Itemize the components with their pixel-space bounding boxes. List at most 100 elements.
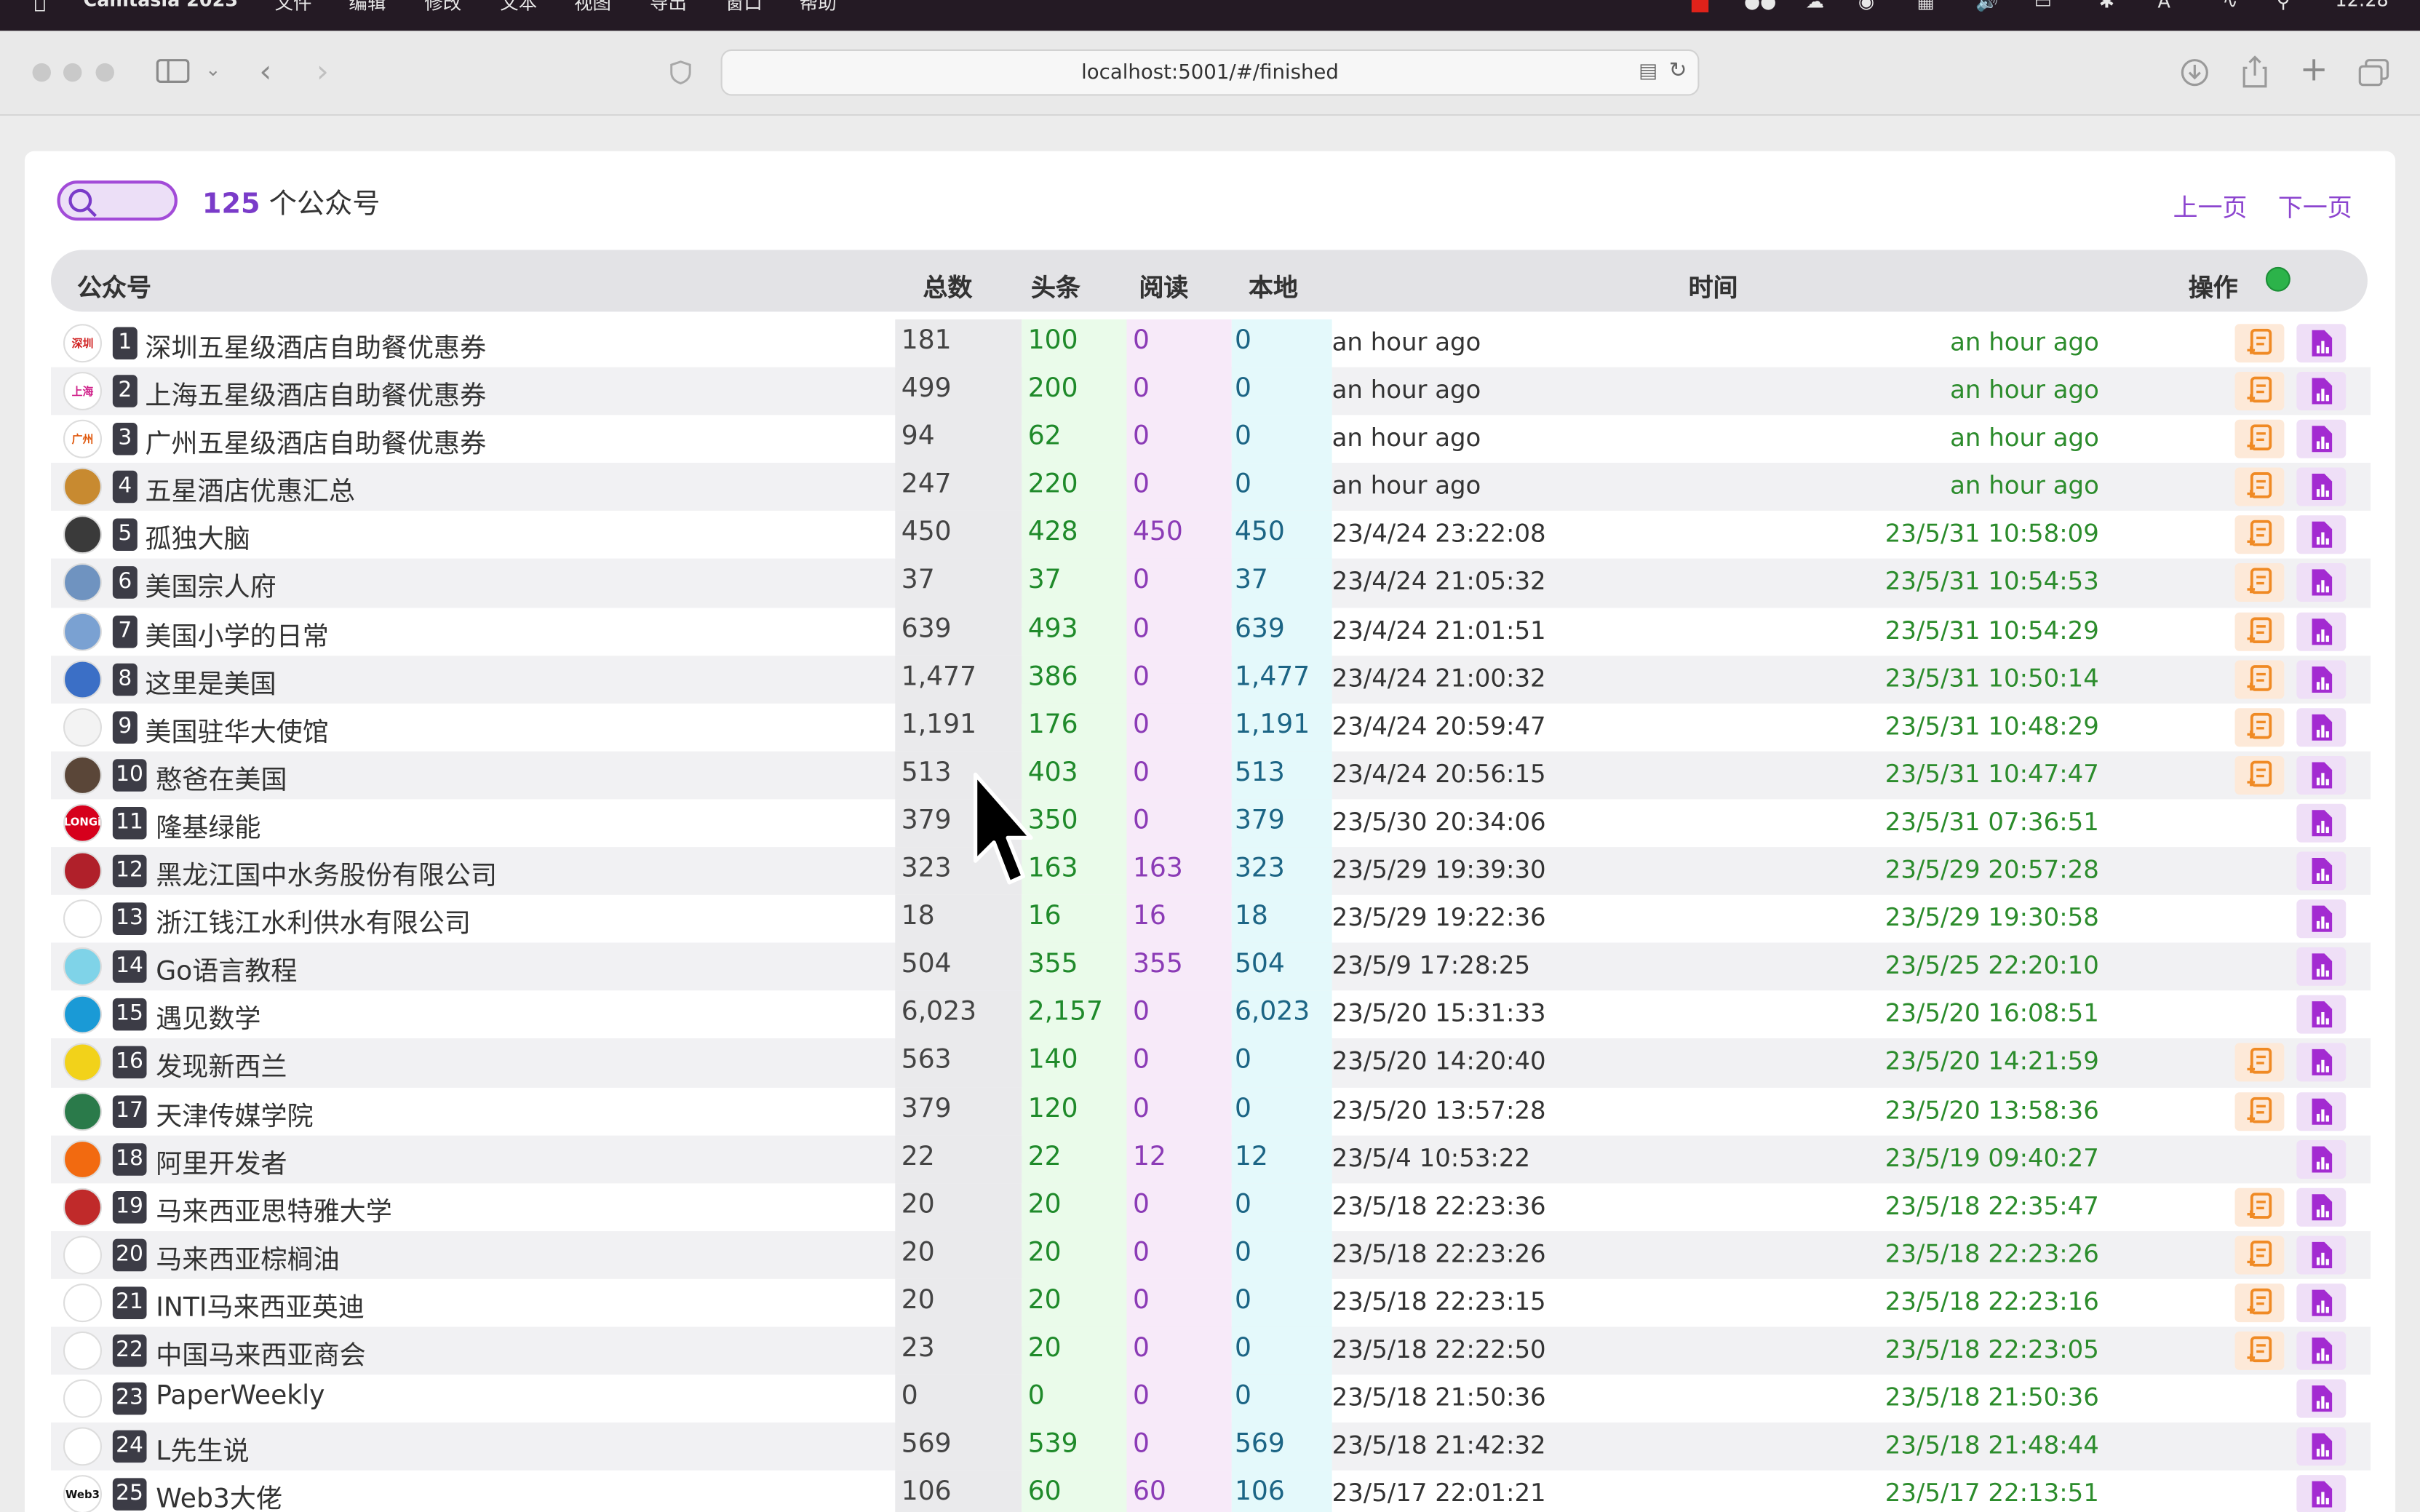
- report-button[interactable]: [2296, 803, 2347, 843]
- avatar[interactable]: [63, 1331, 102, 1370]
- add-article-button[interactable]: [2234, 1235, 2285, 1274]
- menu-clock[interactable]: 12:28: [2335, 0, 2388, 11]
- report-button[interactable]: [2296, 995, 2347, 1035]
- table-row[interactable]: 8 这里是美国 1,477 386 0 1,477 23/4/24 21:00:32 23/5…: [50, 655, 2371, 704]
- report-button[interactable]: [2296, 324, 2347, 363]
- avatar[interactable]: [63, 1043, 102, 1083]
- column-header-name[interactable]: 公众号: [77, 267, 151, 304]
- account-name[interactable]: 上海五星级酒店自助餐优惠券: [145, 373, 486, 412]
- table-row[interactable]: 深圳 1 深圳五星级酒店自助餐优惠券 181 100 0 0 an hour ago an ho…: [51, 319, 2371, 367]
- table-row[interactable]: 14 Go语言教程 504 355 355 504 23/5/9 17:28:25 23/5/…: [50, 943, 2371, 991]
- account-name[interactable]: INTI马来西亚英迪: [156, 1285, 365, 1324]
- chat-icon[interactable]: ◉: [1858, 0, 1874, 12]
- add-article-button[interactable]: [2234, 707, 2285, 747]
- avatar[interactable]: [63, 995, 102, 1035]
- account-name[interactable]: 这里是美国: [145, 661, 276, 700]
- account-name[interactable]: 阿里开发者: [156, 1141, 287, 1179]
- avatar[interactable]: [63, 707, 102, 747]
- account-name[interactable]: 憨爸在美国: [156, 757, 287, 795]
- menu-export[interactable]: 导出: [650, 0, 687, 15]
- report-button[interactable]: [2296, 1427, 2347, 1466]
- add-article-button[interactable]: [2234, 1283, 2285, 1322]
- account-name[interactable]: 浙江钱江水利供水有限公司: [156, 902, 471, 939]
- chevron-down-icon[interactable]: ⌄: [205, 60, 220, 79]
- account-name[interactable]: L先生说: [156, 1429, 249, 1467]
- add-article-button[interactable]: [2234, 468, 2285, 507]
- report-button[interactable]: [2296, 755, 2347, 795]
- report-button[interactable]: [2296, 1235, 2347, 1274]
- account-name[interactable]: 深圳五星级酒店自助餐优惠券: [145, 325, 486, 364]
- table-row[interactable]: 15 遇见数学 6,023 2,157 0 6,023 23/5/20 15:31:33 23…: [51, 990, 2371, 1039]
- table-row[interactable]: 23 PaperWeekly 0 0 0 0 23/5/18 21:50:36 23/5/18…: [51, 1374, 2371, 1423]
- avatar[interactable]: [63, 947, 102, 987]
- avatar[interactable]: [63, 1379, 102, 1418]
- reload-icon[interactable]: ↻: [1669, 59, 1687, 84]
- add-article-button[interactable]: [2234, 1331, 2285, 1370]
- menu-text[interactable]: 文本: [500, 0, 537, 15]
- sidebar-toggle-icon[interactable]: [156, 59, 190, 89]
- menu-file[interactable]: 文件: [275, 0, 312, 15]
- add-article-button[interactable]: [2234, 1043, 2285, 1083]
- account-name[interactable]: 马来西亚思特雅大学: [156, 1189, 392, 1227]
- account-name[interactable]: Go语言教程: [156, 950, 297, 987]
- report-button[interactable]: [2296, 1475, 2347, 1512]
- control-center-icon[interactable]: ▦: [1917, 0, 1935, 12]
- report-button[interactable]: [2296, 563, 2347, 602]
- avatar[interactable]: 上海: [63, 372, 102, 411]
- column-header-headline[interactable]: 头条: [1031, 267, 1080, 304]
- column-header-time[interactable]: 时间: [1689, 267, 1738, 304]
- window-close-button[interactable]: [32, 63, 51, 82]
- table-row[interactable]: 17 天津传媒学院 379 120 0 0 23/5/20 13:57:28 23/5/20 …: [51, 1086, 2371, 1135]
- menu-modify[interactable]: 修改: [424, 0, 461, 15]
- table-row[interactable]: 10 憨爸在美国 513 403 0 513 23/4/24 20:56:15 23/5/31…: [50, 751, 2371, 800]
- table-row[interactable]: 12 黑龙江国中水务股份有限公司 323 163 163 323 23/5/29 19:39…: [50, 847, 2371, 896]
- report-button[interactable]: [2296, 707, 2347, 747]
- table-row[interactable]: 16 发现新西兰 563 140 0 0 23/5/20 14:20:40 23/5/20 1…: [50, 1038, 2371, 1087]
- prev-page-link[interactable]: 上一页: [2173, 187, 2248, 224]
- window-minimize-button[interactable]: [63, 63, 82, 82]
- menu-help[interactable]: 帮助: [800, 0, 837, 15]
- status-indicator-icon[interactable]: [2265, 266, 2290, 292]
- avatar[interactable]: [63, 611, 102, 650]
- report-button[interactable]: [2296, 1187, 2347, 1227]
- account-name[interactable]: 隆基绿能: [156, 805, 260, 843]
- avatar[interactable]: [63, 468, 102, 507]
- report-button[interactable]: [2296, 947, 2347, 987]
- avatar[interactable]: 深圳: [63, 324, 102, 363]
- avatar[interactable]: 广州: [63, 420, 102, 459]
- table-row[interactable]: 24 L先生说 569 539 0 569 23/5/18 21:42:32 23/5/18 …: [50, 1423, 2371, 1471]
- avatar[interactable]: [63, 1283, 102, 1322]
- account-name[interactable]: 广州五星级酒店自助餐优惠券: [145, 421, 486, 460]
- account-name[interactable]: 发现新西兰: [156, 1045, 287, 1083]
- report-button[interactable]: [2296, 1091, 2347, 1131]
- account-name[interactable]: 美国宗人府: [145, 565, 276, 604]
- table-row[interactable]: Web3 25 Web3大佬 106 60 60 106 23/5/17 22:01:21 23…: [51, 1471, 2371, 1512]
- report-button[interactable]: [2296, 1379, 2347, 1418]
- report-button[interactable]: [2296, 1139, 2347, 1179]
- table-row[interactable]: 19 马来西亚思特雅大学 20 20 0 0 23/5/18 22:23:36 23/5/18…: [51, 1182, 2371, 1231]
- table-row[interactable]: 上海 2 上海五星级酒店自助餐优惠券 499 200 0 0 an hour ago an ho…: [50, 367, 2371, 415]
- avatar[interactable]: [63, 1187, 102, 1227]
- privacy-shield-icon[interactable]: [670, 60, 692, 91]
- table-row[interactable]: 6 美国宗人府 37 37 0 37 23/4/24 21:05:32 23/5/31 10:…: [50, 559, 2371, 608]
- table-row[interactable]: 7 美国小学的日常 639 493 0 639 23/4/24 21:01:51 23/5/3…: [51, 607, 2371, 656]
- window-zoom-button[interactable]: [95, 63, 114, 82]
- table-row[interactable]: LONGi 11 隆基绿能 379 350 0 379 23/5/30 20:34:06 23/…: [51, 799, 2371, 848]
- account-name[interactable]: 美国小学的日常: [145, 613, 328, 652]
- table-row[interactable]: 22 中国马来西亚商会 23 20 0 0 23/5/18 22:22:50 23/5/18 …: [50, 1326, 2371, 1375]
- report-button[interactable]: [2296, 468, 2347, 507]
- account-name[interactable]: 天津传媒学院: [156, 1093, 313, 1131]
- table-row[interactable]: 4 五星酒店优惠汇总 247 220 0 0 an hour ago an hour ago: [50, 463, 2371, 512]
- account-name[interactable]: 美国驻华大使馆: [145, 709, 328, 747]
- back-icon[interactable]: ‹: [259, 55, 271, 86]
- avatar[interactable]: [63, 659, 102, 699]
- app-name[interactable]: Camtasia 2023: [84, 0, 238, 11]
- avatar[interactable]: LONGi: [63, 803, 102, 843]
- table-row[interactable]: 13 浙江钱江水利供水有限公司 18 16 16 18 23/5/29 19:22:36 23…: [51, 895, 2371, 944]
- avatar[interactable]: [63, 563, 102, 602]
- apple-icon[interactable]: : [34, 0, 47, 14]
- account-name[interactable]: 马来西亚棕榈油: [156, 1237, 339, 1276]
- report-button[interactable]: [2296, 899, 2347, 939]
- avatar[interactable]: Web3: [63, 1475, 102, 1512]
- cloud-icon[interactable]: ☁: [1806, 0, 1824, 12]
